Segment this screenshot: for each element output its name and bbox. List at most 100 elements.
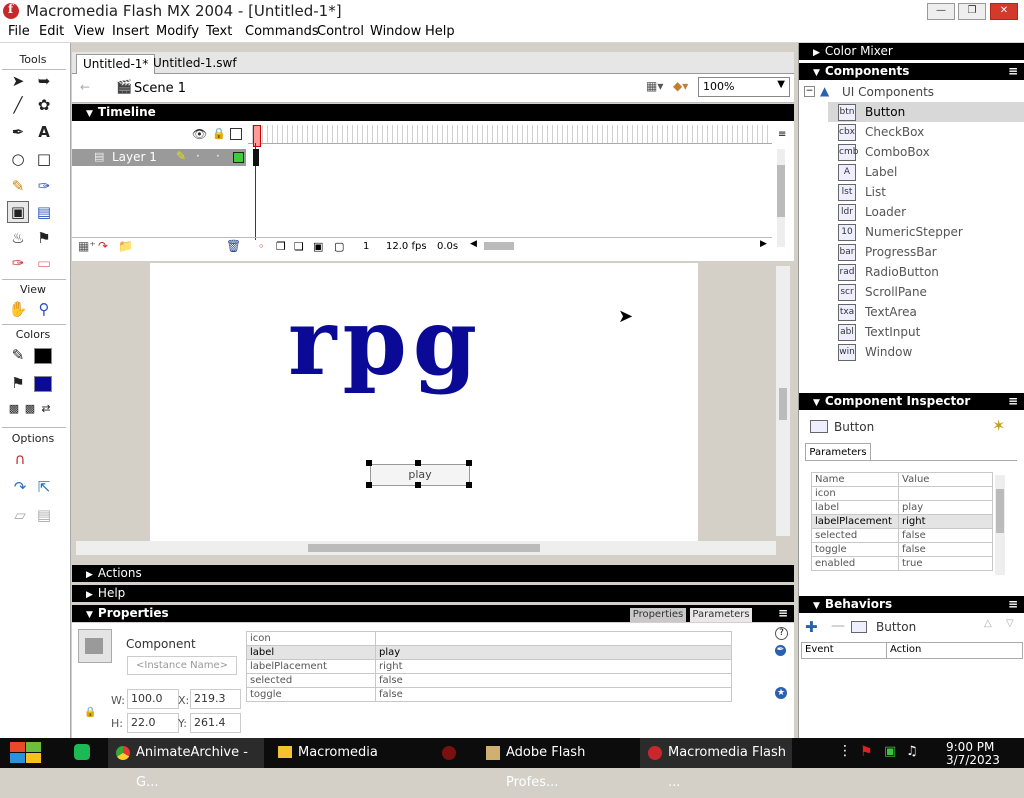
taskbar-app-folder[interactable]: Macromedia xyxy=(270,738,420,768)
tab-untitled-1[interactable]: Untitled-1* xyxy=(76,54,156,74)
transform-handle[interactable] xyxy=(366,460,372,466)
eyedropper-tool-icon[interactable]: ✑ xyxy=(8,253,28,273)
timeline-header[interactable]: ▼ Timeline xyxy=(72,104,794,121)
zoom-tool-icon[interactable]: ⚲ xyxy=(34,299,54,319)
restore-button[interactable]: ❐ xyxy=(958,3,986,20)
start-button[interactable] xyxy=(10,742,42,764)
frame-view-menu-icon[interactable]: ≡ xyxy=(778,129,786,140)
transform-handle[interactable] xyxy=(415,460,421,466)
more-icon[interactable]: ⋮ xyxy=(838,743,852,759)
component-inspector-header[interactable]: ▼ Component Inspector ≡ xyxy=(799,393,1024,410)
accessibility-icon[interactable]: ★ xyxy=(775,687,787,699)
scroll-left-icon[interactable]: ◀ xyxy=(470,239,477,249)
snap-magnet-icon[interactable]: ∩ xyxy=(10,449,30,469)
x-field[interactable]: 219.3 xyxy=(190,689,241,709)
subselect-tool-icon[interactable]: ➥ xyxy=(34,71,54,91)
stroke-color-swatch[interactable] xyxy=(34,348,52,364)
stage-hscrollbar[interactable] xyxy=(76,541,776,555)
edit-multiple-frames-icon[interactable]: ▣ xyxy=(313,240,323,253)
menu-edit[interactable]: Edit xyxy=(39,24,64,39)
minimize-button[interactable]: — xyxy=(927,3,955,20)
close-button[interactable]: ✕ xyxy=(990,3,1018,20)
height-field[interactable]: 22.0 xyxy=(127,713,179,733)
param-value[interactable]: false xyxy=(375,687,732,702)
add-motion-guide-icon[interactable]: ↷ xyxy=(98,239,108,253)
transform-handle[interactable] xyxy=(466,482,472,488)
menu-modify[interactable]: Modify xyxy=(156,24,199,39)
transform-handle[interactable] xyxy=(366,482,372,488)
stage-vscrollbar[interactable] xyxy=(776,266,790,536)
tab-parameters[interactable]: Parameters xyxy=(690,608,752,622)
param-value[interactable]: false xyxy=(375,673,732,688)
lasso-tool-icon[interactable]: ✿ xyxy=(34,95,54,115)
edit-icon[interactable]: ✒ xyxy=(775,645,786,656)
param-value[interactable]: right xyxy=(898,514,993,529)
param-value[interactable] xyxy=(375,631,732,646)
lock-dot[interactable]: · xyxy=(216,149,220,163)
menu-file[interactable]: File xyxy=(8,24,30,39)
trash-icon[interactable]: 🗑 xyxy=(226,239,241,253)
menu-text[interactable]: Text xyxy=(206,24,232,39)
eye-icon[interactable]: 👁 xyxy=(192,127,207,141)
param-value[interactable]: true xyxy=(898,556,993,571)
rotate-skew-icon[interactable]: ↷ xyxy=(10,477,30,497)
scroll-right-icon[interactable]: ▶ xyxy=(760,239,767,249)
taskbar-app-chrome[interactable]: AnimateArchive - G... xyxy=(108,738,264,790)
edit-symbols-icon[interactable]: ◆▾ xyxy=(673,79,688,93)
timeline-vscrollbar[interactable] xyxy=(777,149,785,247)
visibility-dot[interactable]: · xyxy=(196,149,200,163)
width-field[interactable]: 100.0 xyxy=(127,689,179,709)
text-tool-icon[interactable]: A xyxy=(34,122,54,142)
pen-tool-icon[interactable]: ✒ xyxy=(8,122,28,142)
back-arrow-icon[interactable]: ← xyxy=(80,80,90,94)
rectangle-tool-icon[interactable]: □ xyxy=(34,149,54,169)
inspector-vscrollbar[interactable] xyxy=(995,475,1005,575)
panel-menu-icon[interactable]: ≡ xyxy=(1008,596,1018,613)
zoom-select[interactable]: 100% ▼ xyxy=(698,77,790,97)
hand-tool-icon[interactable]: ✋ xyxy=(8,299,28,319)
eraser-tool-icon[interactable]: ▭ xyxy=(34,253,54,273)
tree-collapse-icon[interactable]: − xyxy=(804,86,815,97)
modify-onion-markers-icon[interactable]: ▢ xyxy=(334,240,344,253)
layer-row[interactable]: ▤ Layer 1 ✎ · · xyxy=(72,149,246,166)
fill-transform-tool-icon[interactable]: ▤ xyxy=(34,202,54,222)
scale-icon[interactable]: ⇱ xyxy=(34,477,54,497)
menu-window[interactable]: Window xyxy=(370,24,421,39)
brush-tool-icon[interactable]: ✑ xyxy=(34,176,54,196)
flag-icon[interactable]: ⚑ xyxy=(860,744,873,760)
stroke-color-icon[interactable]: ✎ xyxy=(8,345,28,365)
paint-bucket-tool-icon[interactable]: ⚑ xyxy=(34,228,54,248)
fill-color-swatch[interactable] xyxy=(34,376,52,392)
param-value[interactable]: play xyxy=(898,500,993,515)
panel-menu-icon[interactable]: ≡ xyxy=(778,605,788,622)
components-header[interactable]: ▼ Components ≡ xyxy=(799,63,1024,80)
onion-outline-icon[interactable]: ❏ xyxy=(294,240,304,253)
color-mixer-header[interactable]: ▶ Color Mixer xyxy=(799,43,1024,60)
outline-icon[interactable] xyxy=(230,128,242,140)
menu-help[interactable]: Help xyxy=(425,24,455,39)
taskbar-app-flash-player[interactable] xyxy=(428,738,474,768)
param-value[interactable]: right xyxy=(375,659,732,674)
param-value[interactable]: false xyxy=(898,528,993,543)
swap-colors-icon[interactable]: ⇄ xyxy=(36,399,56,419)
add-behavior-icon[interactable]: ✚ xyxy=(805,618,818,636)
panel-menu-icon[interactable]: ≡ xyxy=(1008,393,1018,410)
insert-folder-icon[interactable]: 📁 xyxy=(118,239,133,253)
tab-properties[interactable]: Properties xyxy=(630,608,686,622)
instance-name-input[interactable]: <Instance Name> xyxy=(127,656,237,675)
edit-scene-icon[interactable]: ▦▾ xyxy=(646,79,663,93)
transform-handle[interactable] xyxy=(415,482,421,488)
pinned-app-icon[interactable] xyxy=(74,744,90,760)
keyframe[interactable] xyxy=(253,149,259,166)
network-icon[interactable]: ▣ xyxy=(884,744,896,759)
taskbar-app-adobe-flash[interactable]: Adobe Flash Profes... xyxy=(478,738,634,790)
frame-ruler[interactable] xyxy=(248,125,772,144)
actions-panel-header[interactable]: ▶ Actions xyxy=(72,565,794,582)
wizard-star-icon[interactable]: ✶ xyxy=(992,416,1005,435)
menu-control[interactable]: Control xyxy=(317,24,364,39)
menu-insert[interactable]: Insert xyxy=(112,24,149,39)
volume-icon[interactable]: ♫ xyxy=(906,744,918,759)
tab-untitled-1-swf[interactable]: Untitled-1.swf xyxy=(147,54,243,73)
y-field[interactable]: 261.4 xyxy=(190,713,241,733)
pencil-tool-icon[interactable]: ✎ xyxy=(8,176,28,196)
